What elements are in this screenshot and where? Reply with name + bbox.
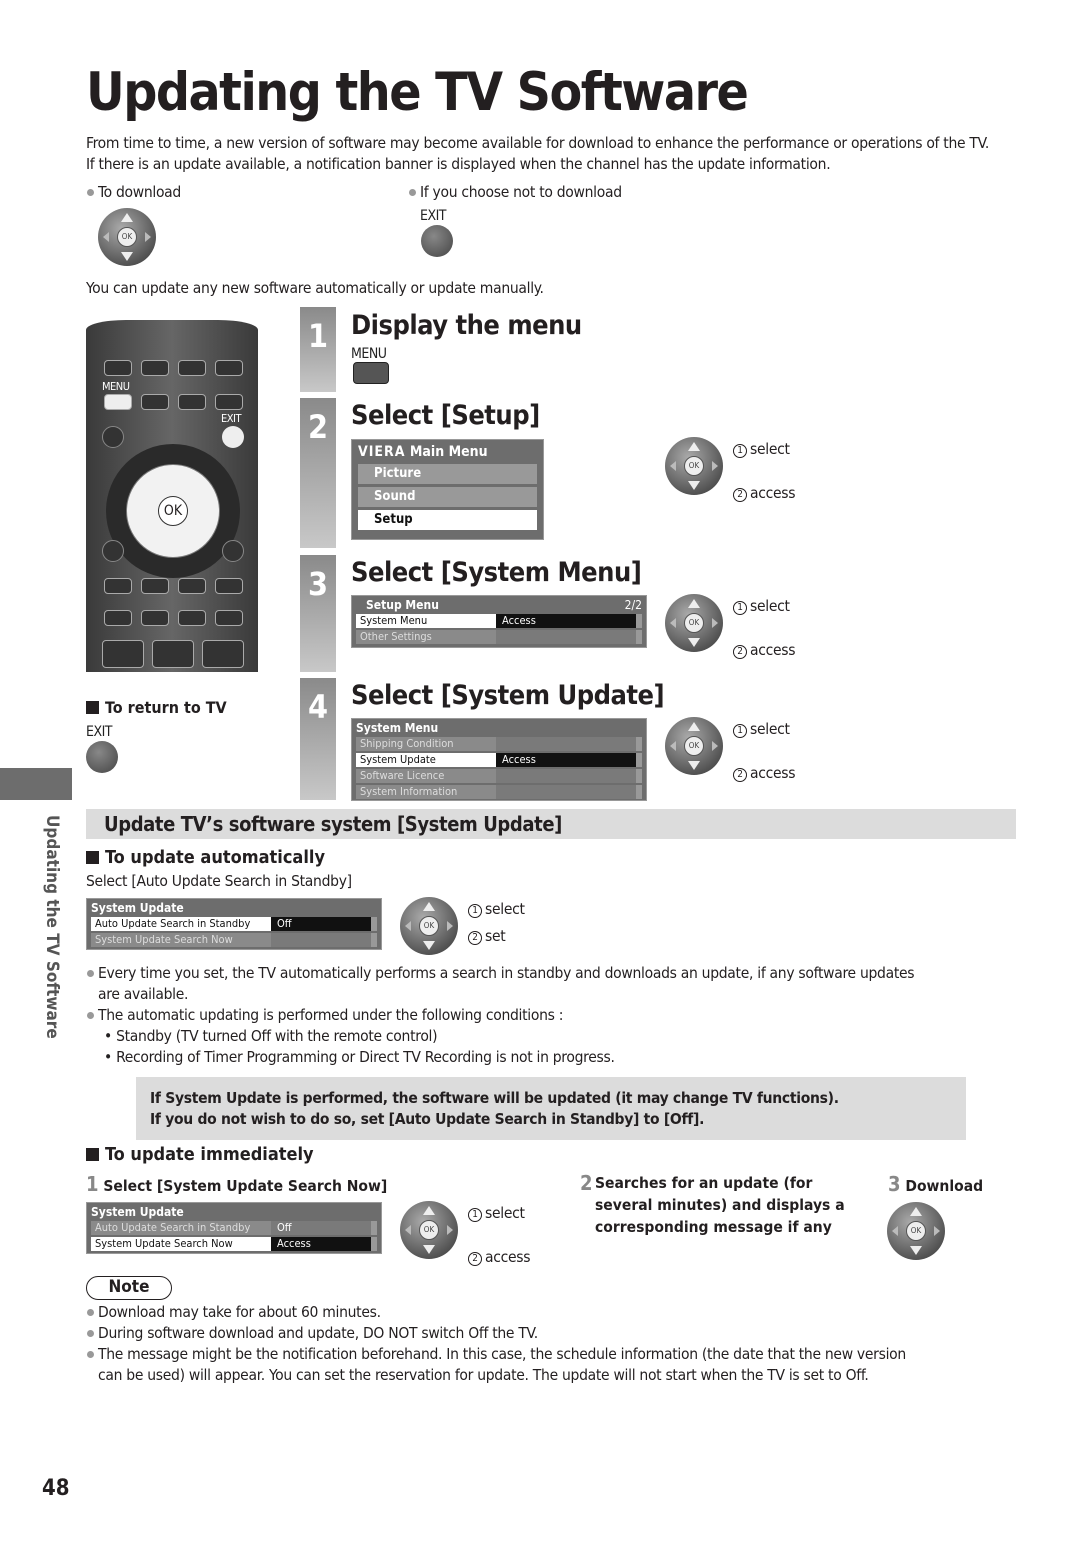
- note-bullet: Download may take for about 60 minutes.: [86, 1302, 381, 1323]
- remote-exit-button: [222, 426, 244, 448]
- intro-line-1: From time to time, a new version of soft…: [86, 134, 989, 152]
- to-download-label: To download: [86, 182, 181, 203]
- remote-control-illustration: MENU EXIT OK: [86, 320, 258, 672]
- select-label: 1 select: [468, 1204, 525, 1222]
- access-label: 2 access: [733, 764, 796, 782]
- step-number: 3: [300, 555, 336, 672]
- setup-menu-screen: Setup Menu 2/2 System Menu Access Other Se…: [351, 595, 647, 648]
- remote-menu-label: MENU: [102, 380, 130, 393]
- step-number: 1: [300, 307, 336, 392]
- ok-dpad-icon: OK: [665, 717, 723, 775]
- auto-bullet-cont: are available.: [98, 985, 189, 1003]
- step-number: 2: [300, 398, 336, 548]
- auto-or-manual-text: You can update any new software automati…: [86, 279, 544, 297]
- return-tv-heading: To return to TV: [86, 698, 227, 717]
- step-title: Select [System Menu]: [351, 557, 642, 588]
- access-label: 2 access: [468, 1248, 531, 1266]
- auto-bullet: The automatic updating is performed unde…: [86, 1005, 563, 1026]
- immediate-step3: 3 Download: [888, 1172, 984, 1196]
- menu-button-icon: [353, 362, 389, 384]
- note-bullet: During software download and update, DO …: [86, 1323, 538, 1344]
- side-tab-marker: [0, 768, 72, 800]
- menu-item-sound: Sound: [358, 487, 537, 507]
- immediate-step2: 2 Searches for an update (for several min…: [580, 1171, 845, 1236]
- auto-heading: To update automatically: [86, 847, 325, 868]
- step-title: Select [Setup]: [351, 400, 540, 431]
- ok-dpad-icon: OK: [665, 437, 723, 495]
- select-label: 1 select: [733, 597, 790, 615]
- step-title: Display the menu: [351, 310, 582, 341]
- access-label: 2 access: [733, 641, 796, 659]
- exit-label: EXIT: [420, 208, 447, 224]
- warning-box: If System Update is performed, the softw…: [136, 1077, 966, 1140]
- immediate-step1: 1 Select [System Update Search Now]: [86, 1172, 388, 1196]
- access-label: 2 access: [733, 484, 796, 502]
- menu-item-picture: Picture: [358, 464, 537, 484]
- remote-menu-button: [104, 394, 132, 410]
- set-label: 2 set: [468, 927, 506, 945]
- remote-exit-label: EXIT: [221, 412, 242, 425]
- ok-dpad-icon: OK: [400, 1201, 458, 1259]
- select-label: 1 select: [468, 900, 525, 918]
- auto-bullet: Every time you set, the TV automatically…: [86, 963, 915, 984]
- select-label: 1 select: [733, 720, 790, 738]
- condition-item: • Standby (TV turned Off with the remote…: [104, 1027, 438, 1045]
- step-title: Select [System Update]: [351, 680, 665, 711]
- ok-dpad-icon: OK: [400, 897, 458, 955]
- menu-label: MENU: [351, 346, 387, 362]
- system-update-screen: System Update Auto Update Search in Stan…: [86, 1202, 382, 1254]
- note-badge: Note: [86, 1276, 172, 1300]
- select-label: 1 select: [733, 440, 790, 458]
- return-exit-label: EXIT: [86, 724, 113, 740]
- page-title: Updating the TV Software: [86, 62, 749, 123]
- auto-instruction: Select [Auto Update Search in Standby]: [86, 872, 352, 890]
- main-menu-screen: VIERA Main Menu Picture Sound Setup: [351, 439, 544, 540]
- intro-line-2: If there is an update available, a notif…: [86, 155, 831, 173]
- side-tab-label: Updating the TV Software: [42, 815, 62, 1039]
- menu-item-setup: Setup: [358, 510, 537, 530]
- page-number: 48: [42, 1476, 70, 1501]
- ok-dpad-icon: OK: [887, 1202, 945, 1260]
- ok-dpad-icon: OK: [98, 208, 156, 266]
- condition-item: • Recording of Timer Programming or Dire…: [104, 1048, 615, 1066]
- note-bullet-cont: can be used) will appear. You can set th…: [98, 1366, 869, 1384]
- exit-button-icon: [86, 741, 118, 773]
- system-update-screen: System Update Auto Update Search in Stan…: [86, 898, 382, 950]
- not-download-label: If you choose not to download: [408, 182, 622, 203]
- immediate-heading: To update immediately: [86, 1144, 314, 1165]
- section-title: Update TV’s software system [System Upda…: [86, 809, 1016, 839]
- exit-button-icon: [421, 225, 453, 257]
- step-number: 4: [300, 678, 336, 800]
- note-bullet: The message might be the notification be…: [86, 1344, 906, 1365]
- system-menu-screen: System Menu Shipping Condition System Up…: [351, 718, 647, 801]
- ok-dpad-icon: OK: [665, 594, 723, 652]
